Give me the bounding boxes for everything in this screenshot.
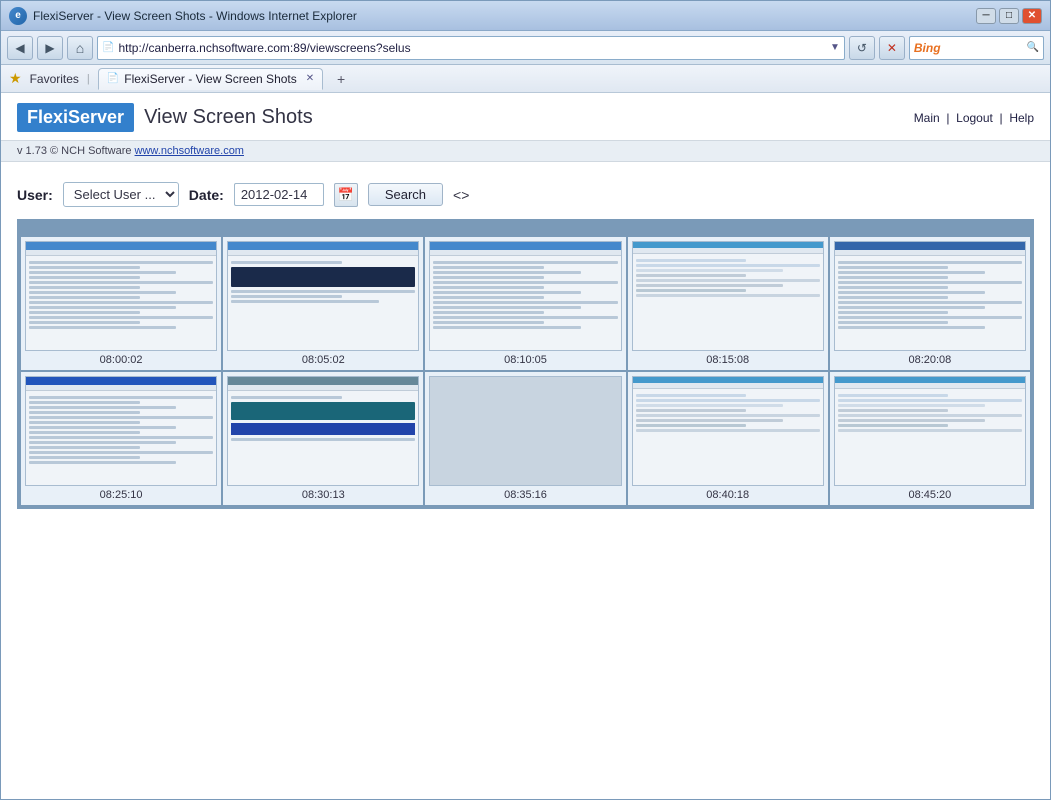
app-header: FlexiServer View Screen Shots Main | Log… (1, 93, 1050, 141)
favorites-star-icon: ★ (9, 70, 22, 87)
tab-close-icon[interactable]: ✕ (306, 73, 314, 84)
calendar-button[interactable]: 📅 (334, 183, 358, 207)
minimize-button[interactable]: ─ (976, 8, 996, 24)
favorites-bar: ★ Favorites | 📄 FlexiServer - View Scree… (1, 65, 1050, 93)
tab-icon: 📄 (107, 73, 119, 84)
screenshot-time: 08:45:20 (908, 489, 951, 501)
address-input[interactable] (118, 41, 826, 55)
screenshot-time: 08:35:16 (504, 489, 547, 501)
window-title: FlexiServer - View Screen Shots - Window… (33, 9, 357, 23)
screenshot-item[interactable]: 08:30:13 (223, 372, 423, 505)
address-bar-input-wrap: 📄 ▼ (97, 36, 845, 60)
screenshot-thumbnail (429, 376, 621, 486)
screenshots-grid: 08:00:02 08:05:02 (19, 235, 1032, 507)
title-bar-left: e FlexiServer - View Screen Shots - Wind… (9, 7, 357, 25)
page-title: View Screen Shots (144, 106, 313, 129)
screenshot-item[interactable]: 08:00:02 (21, 237, 221, 370)
nav-arrows[interactable]: <> (453, 187, 469, 203)
address-icon: 📄 (102, 42, 114, 53)
window-controls: ─ □ ✕ (976, 8, 1042, 24)
screenshot-time: 08:15:08 (706, 354, 749, 366)
screenshot-thumbnail (834, 376, 1026, 486)
browser-icon: e (9, 7, 27, 25)
version-bar: v 1.73 © NCH Software www.nchsoftware.co… (1, 141, 1050, 162)
screenshot-thumbnail (25, 376, 217, 486)
screenshot-thumbnail (632, 376, 824, 486)
title-bar: e FlexiServer - View Screen Shots - Wind… (1, 1, 1050, 31)
screenshot-time: 08:25:10 (100, 489, 143, 501)
screenshots-container: 08:00:02 08:05:02 (17, 219, 1034, 509)
restore-button[interactable]: □ (999, 8, 1019, 24)
nch-website-link[interactable]: www.nchsoftware.com (135, 145, 244, 157)
filter-row: User: Select User ... Date: 📅 Search <> (17, 182, 1034, 207)
browser-window: e FlexiServer - View Screen Shots - Wind… (0, 0, 1051, 800)
screenshot-time: 08:00:02 (100, 354, 143, 366)
screenshot-item[interactable]: 08:05:02 (223, 237, 423, 370)
stop-button[interactable]: ✕ (879, 36, 905, 60)
favorites-label: Favorites (30, 72, 79, 86)
logout-link[interactable]: Logout (956, 111, 993, 125)
refresh-icon[interactable]: ↺ (849, 36, 875, 60)
address-bar: ◀ ▶ ⌂ 📄 ▼ ↺ ✕ Bing 🔍 (1, 31, 1050, 65)
screenshot-time: 08:10:05 (504, 354, 547, 366)
screenshot-thumbnail (834, 241, 1026, 351)
screenshot-time: 08:40:18 (706, 489, 749, 501)
address-dropdown-icon[interactable]: ▼ (830, 42, 840, 53)
screenshot-thumbnail (227, 241, 419, 351)
screenshot-item[interactable]: 08:35:16 (425, 372, 625, 505)
header-nav-links: Main | Logout | Help (914, 111, 1034, 125)
search-area: Bing 🔍 (909, 36, 1044, 60)
date-label: Date: (189, 187, 224, 203)
bing-label: Bing (914, 41, 941, 55)
tab-label: FlexiServer - View Screen Shots (124, 72, 297, 86)
page-content: FlexiServer View Screen Shots Main | Log… (1, 93, 1050, 799)
close-button[interactable]: ✕ (1022, 8, 1042, 24)
screenshot-item[interactable]: 08:20:08 (830, 237, 1030, 370)
brand-logo: FlexiServer (17, 103, 134, 132)
screenshot-time: 08:20:08 (908, 354, 951, 366)
screenshot-thumbnail (632, 241, 824, 351)
search-go-icon[interactable]: 🔍 (1027, 42, 1039, 53)
date-input[interactable] (234, 183, 324, 206)
screenshot-item[interactable]: 08:10:05 (425, 237, 625, 370)
screenshot-item[interactable]: 08:25:10 (21, 372, 221, 505)
bing-search-input[interactable] (944, 41, 1024, 55)
content-area: User: Select User ... Date: 📅 Search <> (1, 162, 1050, 799)
new-tab-button[interactable]: + (331, 69, 351, 89)
screenshot-thumbnail (25, 241, 217, 351)
main-link[interactable]: Main (914, 111, 940, 125)
screenshots-header-bar (19, 221, 1032, 235)
back-button[interactable]: ◀ (7, 36, 33, 60)
bing-search-box: Bing 🔍 (909, 36, 1044, 60)
screenshot-item[interactable]: 08:45:20 (830, 372, 1030, 505)
screenshot-thumbnail (227, 376, 419, 486)
header-left: FlexiServer View Screen Shots (17, 103, 313, 132)
screenshot-item[interactable]: 08:15:08 (628, 237, 828, 370)
user-label: User: (17, 187, 53, 203)
help-link[interactable]: Help (1009, 111, 1034, 125)
screenshot-time: 08:30:13 (302, 489, 345, 501)
screenshot-time: 08:05:02 (302, 354, 345, 366)
version-text: v 1.73 © NCH Software (17, 145, 135, 157)
forward-button[interactable]: ▶ (37, 36, 63, 60)
active-tab[interactable]: 📄 FlexiServer - View Screen Shots ✕ (98, 68, 323, 90)
user-select[interactable]: Select User ... (63, 182, 179, 207)
screenshot-thumbnail (429, 241, 621, 351)
screenshot-item[interactable]: 08:40:18 (628, 372, 828, 505)
search-button[interactable]: Search (368, 183, 443, 206)
home-button[interactable]: ⌂ (67, 36, 93, 60)
